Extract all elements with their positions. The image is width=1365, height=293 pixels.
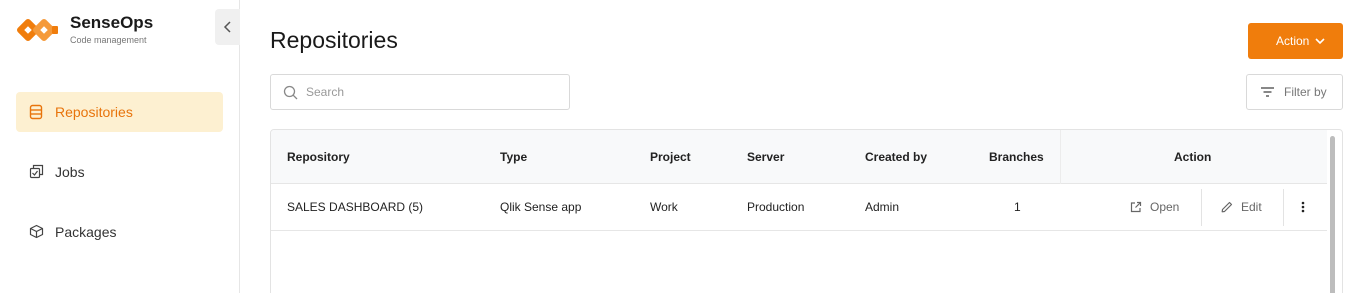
search-box [270, 74, 570, 110]
edit-button[interactable]: Edit [1221, 192, 1262, 222]
sidebar-item-label: Packages [55, 224, 117, 240]
repositories-table: Repository Type Project Server Created b… [270, 129, 1343, 293]
chevron-down-icon [1315, 38, 1325, 45]
open-button[interactable]: Open [1130, 192, 1179, 222]
more-options-button[interactable] [1293, 196, 1313, 218]
column-header-action: Action [1174, 150, 1212, 164]
open-label: Open [1150, 200, 1180, 214]
column-header-repository[interactable]: Repository [287, 130, 350, 184]
cell-branches: 1 [1014, 200, 1021, 214]
sidebar-item-packages[interactable]: Packages [16, 212, 223, 252]
action-divider [1201, 189, 1202, 226]
cell-project: Work [650, 200, 678, 214]
page-title: Repositories [270, 27, 398, 53]
sidebar-item-repositories[interactable]: Repositories [16, 92, 223, 132]
database-icon [29, 104, 45, 120]
column-header-type[interactable]: Type [500, 130, 527, 184]
cell-type: Qlik Sense app [500, 200, 582, 214]
package-icon [29, 224, 45, 240]
more-vertical-icon [1301, 201, 1305, 213]
filter-label: Filter by [1284, 85, 1327, 99]
column-header-project[interactable]: Project [650, 130, 691, 184]
table-row[interactable]: SALES DASHBOARD (5) Qlik Sense app Work … [271, 184, 1327, 231]
column-header-branches[interactable]: Branches [989, 130, 1044, 184]
action-button-label: Action [1276, 34, 1310, 48]
brand-name: SenseOps [70, 13, 154, 32]
sidebar-item-label: Repositories [55, 104, 133, 120]
filter-by-button[interactable]: Filter by [1246, 74, 1343, 110]
filter-icon [1261, 87, 1274, 97]
cell-repository: SALES DASHBOARD (5) [287, 200, 424, 214]
pencil-icon [1221, 201, 1233, 213]
brand[interactable]: SenseOps Code management [16, 14, 153, 46]
cell-server: Production [747, 200, 805, 214]
sidebar: SenseOps Code management Repositories Jo… [0, 0, 240, 293]
table-scrollbar[interactable] [1330, 136, 1335, 293]
chevron-left-icon [223, 21, 231, 33]
sidebar-item-jobs[interactable]: Jobs [16, 152, 223, 192]
table-header: Repository Type Project Server Created b… [271, 130, 1327, 184]
external-link-icon [1130, 201, 1142, 213]
action-dropdown-button[interactable]: Action [1248, 23, 1343, 59]
app-window: SenseOps Code management Repositories Jo… [0, 0, 1365, 293]
column-header-created-by[interactable]: Created by [865, 130, 927, 184]
column-header-server[interactable]: Server [747, 130, 784, 184]
action-divider [1283, 189, 1284, 226]
edit-label: Edit [1241, 200, 1262, 214]
search-icon [283, 85, 298, 99]
sidebar-item-label: Jobs [55, 164, 85, 180]
collapse-sidebar-button[interactable] [215, 9, 240, 45]
jobs-icon [29, 164, 45, 180]
cell-created-by: Admin [865, 200, 900, 214]
brand-subtitle: Code management [70, 35, 147, 45]
search-input[interactable] [306, 85, 546, 99]
senseops-logo-icon [17, 19, 58, 41]
